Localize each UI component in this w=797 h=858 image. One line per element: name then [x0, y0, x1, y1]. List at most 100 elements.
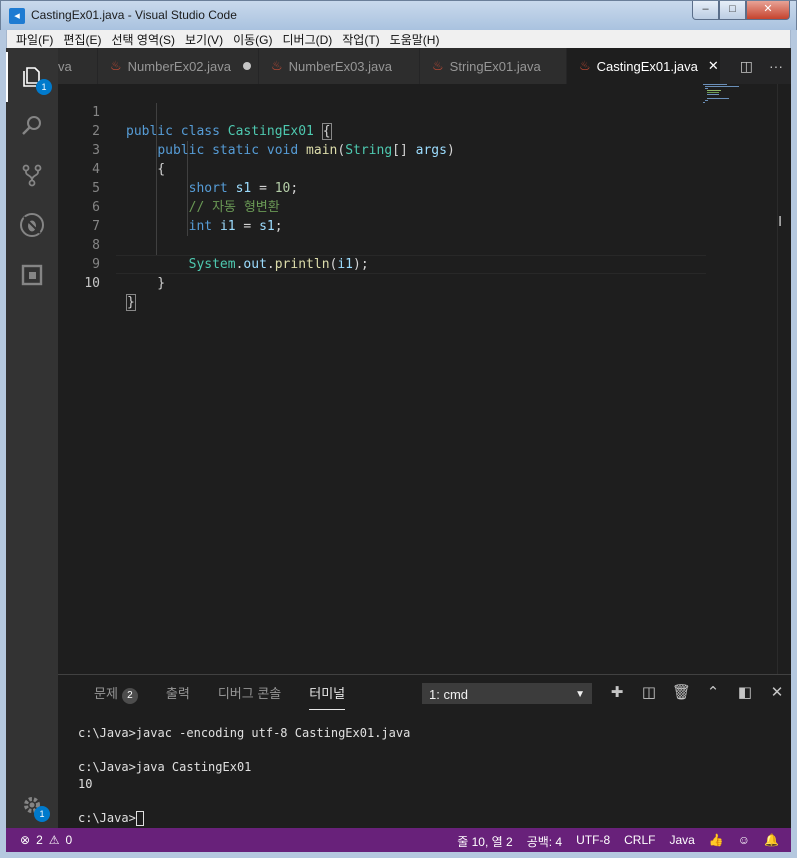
- chevron-down-icon: ▼: [575, 689, 585, 700]
- tab-stringex01[interactable]: ♨ StringEx01.java: [420, 48, 567, 84]
- warning-icon: ⚠: [48, 833, 60, 847]
- window-frame-right: [791, 30, 797, 858]
- close-window-button[interactable]: ✕: [746, 1, 790, 20]
- kill-terminal-trash-icon[interactable]: 🗑: [672, 683, 691, 701]
- end-of-line[interactable]: CRLF: [624, 833, 655, 850]
- tab-terminal[interactable]: 터미널: [309, 683, 346, 710]
- close-panel-icon[interactable]: ✕: [768, 683, 786, 701]
- status-bar: ⊗ 2 ⚠ 0 줄 10, 열 2 공백: 4 UTF-8 CRLF Java …: [6, 828, 791, 852]
- debug-icon: [20, 213, 44, 237]
- terminal-select-value: 1: cmd: [429, 687, 469, 702]
- java-file-icon: ♨: [110, 58, 122, 73]
- line-number: 10: [84, 276, 100, 291]
- panel-tabs: 문제 2 출력 디버그 콘솔 터미널: [94, 683, 346, 710]
- terminal-prompt-line: c:\Java>: [78, 810, 410, 827]
- file-encoding[interactable]: UTF-8: [576, 833, 610, 850]
- menu-edit[interactable]: 편집(E): [58, 31, 106, 48]
- code-line: 3 {: [58, 122, 708, 177]
- unsaved-dot-icon[interactable]: [242, 62, 251, 70]
- indentation[interactable]: 공백: 4: [527, 833, 562, 850]
- maximize-panel-chevron-up-icon[interactable]: ⌃: [704, 683, 722, 701]
- error-count: 2: [36, 833, 43, 847]
- manage-button[interactable]: 1: [6, 780, 58, 830]
- code-line: 2 public static void main(String[] args): [58, 103, 708, 158]
- explorer-badge: 1: [36, 79, 52, 95]
- extensions-button[interactable]: [6, 250, 58, 300]
- code-line: 7: [58, 198, 708, 234]
- window-frame-bottom: [0, 852, 797, 858]
- menu-tasks[interactable]: 작업(T): [337, 31, 384, 48]
- window-controls: – □ ✕: [692, 1, 790, 20]
- problems-count-badge: 2: [121, 688, 138, 704]
- tab-label: CastingEx01.java: [596, 58, 698, 74]
- menu-help[interactable]: 도움말(H): [385, 31, 445, 48]
- terminal-line: 10: [78, 777, 93, 791]
- code-editor[interactable]: 1 public class CastingEx01 { 2 public st…: [58, 84, 791, 674]
- new-terminal-plus-icon[interactable]: ✚: [608, 683, 626, 701]
- tab-numberex03[interactable]: ♨ NumberEx03.java: [259, 48, 420, 84]
- extensions-icon: [21, 264, 43, 286]
- terminal-line: c:\Java>javac -encoding utf-8 CastingEx0…: [78, 726, 411, 740]
- cursor-position[interactable]: 줄 10, 열 2: [457, 833, 512, 850]
- code-line: 6 int i1 = s1;: [58, 179, 708, 234]
- status-problems[interactable]: ⊗ 2 ⚠ 0: [20, 833, 72, 847]
- smiley-feedback-icon[interactable]: ☺: [738, 833, 750, 850]
- code-line: 5 // 자동 형변환: [58, 160, 708, 215]
- split-editor-icon[interactable]: ◫: [740, 58, 753, 75]
- language-mode[interactable]: Java: [669, 833, 694, 850]
- menu-view[interactable]: 보기(V): [180, 31, 228, 48]
- more-actions-icon[interactable]: ···: [769, 58, 783, 75]
- tab-label: va: [58, 58, 72, 74]
- split-terminal-icon[interactable]: ◫: [640, 683, 658, 701]
- tab-output[interactable]: 출력: [166, 683, 190, 710]
- vertical-scrollbar[interactable]: [777, 84, 791, 674]
- tab-label: NumberEx02.java: [127, 58, 231, 74]
- debug-button[interactable]: [6, 200, 58, 250]
- source-control-button[interactable]: [6, 150, 58, 200]
- thumbs-up-icon[interactable]: 👍: [709, 833, 724, 850]
- panel-actions: ✚ ◫ 🗑 ⌃ ◧ ✕: [608, 683, 786, 701]
- window-title-bar: ◂ CastingEx01.java - Visual Studio Code …: [0, 0, 797, 30]
- warning-count: 0: [65, 833, 73, 847]
- minimap[interactable]: [703, 84, 773, 114]
- source-control-icon: [22, 164, 42, 187]
- minimize-button[interactable]: –: [692, 1, 719, 20]
- java-file-icon: ♨: [579, 58, 591, 73]
- status-right-items: 줄 10, 열 2 공백: 4 UTF-8 CRLF Java 👍 ☺ 🔔: [457, 833, 779, 850]
- code-line: 1 public class CastingEx01 {: [58, 84, 708, 140]
- code-line: 8 System.out.println(i1);: [58, 217, 708, 272]
- toggle-panel-layout-icon[interactable]: ◧: [736, 683, 754, 701]
- tab-label: NumberEx03.java: [288, 58, 392, 74]
- window-title: CastingEx01.java - Visual Studio Code: [31, 8, 237, 22]
- menu-file[interactable]: 파일(F): [11, 31, 58, 48]
- tab-castingex01[interactable]: ♨ CastingEx01.java ✕: [567, 48, 721, 84]
- tab-problems[interactable]: 문제 2: [94, 683, 138, 710]
- line-text: }: [126, 276, 166, 291]
- bell-icon[interactable]: 🔔: [764, 833, 779, 850]
- terminal-cursor: [135, 811, 144, 826]
- explorer-button[interactable]: 1: [6, 52, 58, 102]
- terminal-output[interactable]: c:\Java>javac -encoding utf-8 CastingEx0…: [78, 725, 410, 827]
- menu-selection[interactable]: 선택 영역(S): [106, 31, 180, 48]
- tab-numberex02[interactable]: ♨ NumberEx02.java: [98, 48, 259, 84]
- code-line: 9 }: [58, 236, 708, 291]
- terminal-prompt: c:\Java>: [78, 811, 136, 825]
- tab-partial[interactable]: va: [58, 48, 98, 84]
- menu-debug[interactable]: 디버그(D): [277, 31, 337, 48]
- vscode-logo-icon: ◂: [9, 8, 25, 24]
- code-line: 4 short s1 = 10;: [58, 141, 708, 196]
- maximize-button[interactable]: □: [719, 1, 746, 20]
- terminal-select[interactable]: 1: cmd ▼: [422, 683, 592, 704]
- activity-bar: 1 1: [6, 48, 58, 828]
- close-tab-icon[interactable]: ✕: [708, 58, 719, 74]
- search-button[interactable]: [6, 100, 58, 150]
- bottom-panel: 문제 2 출력 디버그 콘솔 터미널 1: cmd ▼ ✚ ◫ 🗑 ⌃ ◧ ✕ c…: [58, 674, 791, 828]
- settings-badge: 1: [34, 806, 50, 822]
- code-line: 10 }: [58, 255, 708, 311]
- java-file-icon: ♨: [432, 58, 444, 73]
- tab-label: StringEx01.java: [449, 58, 541, 74]
- tab-debug-console[interactable]: 디버그 콘솔: [218, 683, 281, 710]
- menu-go[interactable]: 이동(G): [228, 31, 277, 48]
